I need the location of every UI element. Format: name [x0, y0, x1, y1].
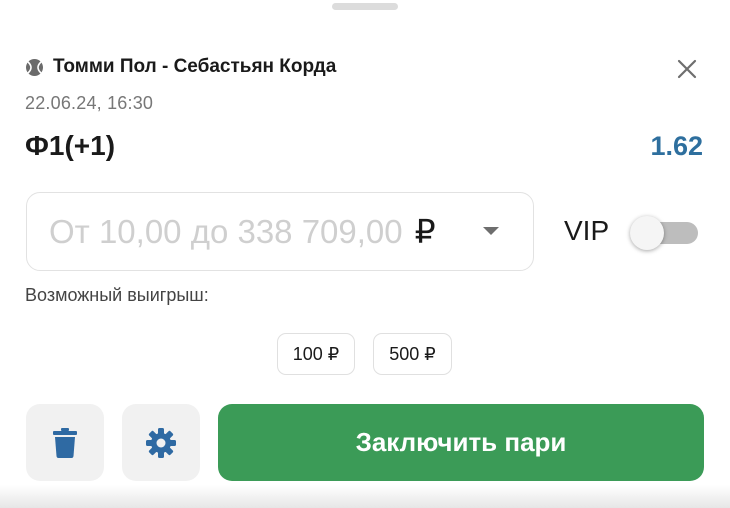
chevron-down-icon[interactable]: [483, 227, 499, 235]
stake-input[interactable]: От 10,00 до 338 709,00 ₽: [26, 192, 534, 271]
delete-button[interactable]: [26, 404, 104, 481]
vip-toggle-knob: [630, 216, 664, 250]
trash-icon: [53, 427, 77, 458]
place-bet-button[interactable]: Заключить пари: [218, 404, 704, 481]
event-date: 22.06.24, 16:30: [25, 93, 154, 113]
odds-value: 1.62: [650, 131, 703, 161]
event-header: Томми Пол - Себастьян Корда: [25, 56, 336, 78]
close-icon: [677, 59, 697, 79]
event-title: Томми Пол - Себастьян Корда: [53, 56, 337, 77]
sheet-drag-handle[interactable]: [332, 3, 398, 10]
bet-name: Ф1(+1): [25, 130, 116, 161]
currency-sign: ₽: [414, 213, 436, 250]
quick-amount-100-button[interactable]: 100 ₽: [277, 333, 355, 375]
bottom-edge-shadow: [0, 485, 730, 508]
close-button[interactable]: [670, 52, 704, 86]
possible-payout-label: Возможный выигрыш:: [25, 285, 209, 305]
gear-icon: [146, 427, 176, 458]
settings-button[interactable]: [122, 404, 200, 481]
vip-label: VIP: [564, 215, 610, 246]
quick-amount-500-button[interactable]: 500 ₽: [373, 333, 452, 375]
vip-toggle[interactable]: [630, 216, 698, 250]
tennis-ball-icon: [25, 58, 44, 77]
stake-placeholder: От 10,00 до 338 709,00: [49, 212, 403, 250]
